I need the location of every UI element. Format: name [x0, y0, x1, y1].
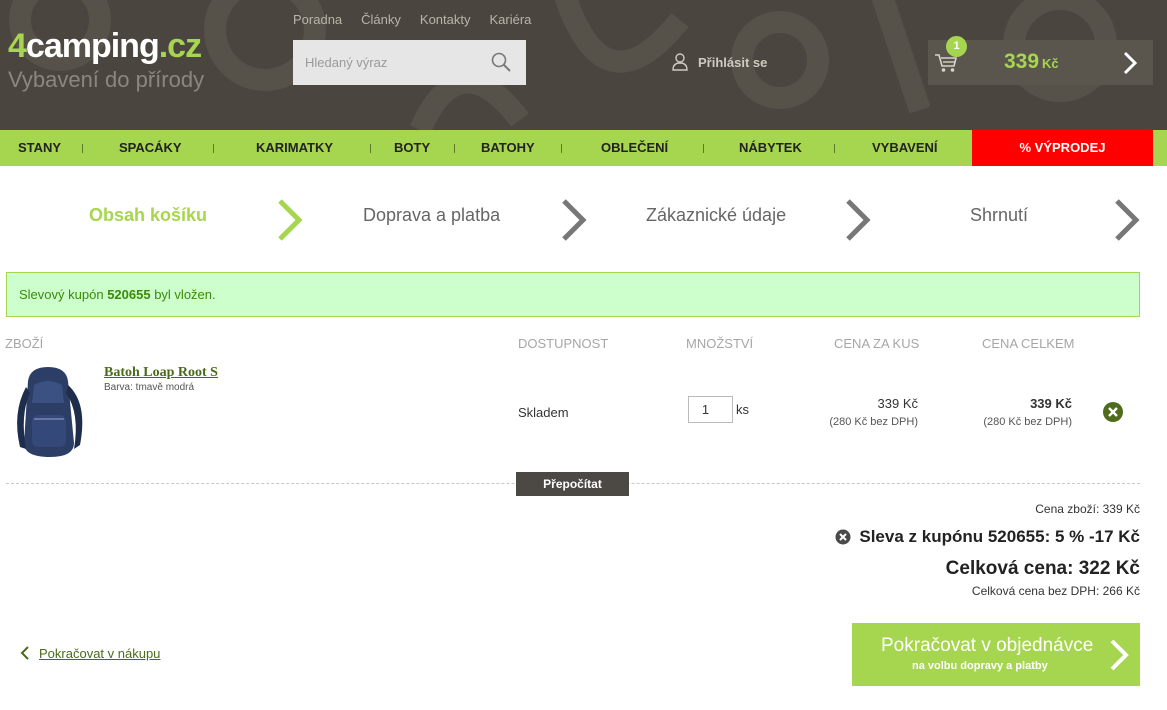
- step-shipping-payment[interactable]: Doprava a platba: [363, 205, 500, 226]
- top-link-kontakty[interactable]: Kontakty: [420, 12, 471, 27]
- nav-item-vybaveni[interactable]: VYBAVENÍ: [872, 130, 938, 166]
- quantity-input[interactable]: [688, 396, 733, 423]
- nav-item-obleceni[interactable]: OBLEČENÍ: [601, 130, 668, 166]
- continue-order-sublabel: na volbu dopravy a platby: [912, 660, 1048, 672]
- step-customer-details[interactable]: Zákaznické údaje: [646, 205, 786, 226]
- nav-separator: [370, 144, 371, 153]
- top-link-poradna[interactable]: Poradna: [293, 12, 342, 27]
- quantity-unit: ks: [736, 402, 749, 417]
- nav-separator: [561, 144, 562, 153]
- continue-shopping-label: Pokračovat v nákupu: [39, 645, 161, 661]
- column-header-total-price: CENA CELKEM: [982, 336, 1075, 351]
- unit-price: 339 Kč: [877, 396, 918, 411]
- chevron-right-icon: [1110, 639, 1129, 671]
- nav-separator: [834, 144, 835, 153]
- step-summary[interactable]: Shrnutí: [970, 205, 1028, 226]
- user-icon: [672, 53, 688, 71]
- logo-wordmark: 4camping.cz: [8, 27, 202, 65]
- nav-item-nabytek[interactable]: NÁBYTEK: [739, 130, 802, 166]
- coupon-code: 520655: [107, 287, 151, 302]
- coupon-message-prefix: Slevový kupón: [19, 287, 104, 302]
- chevron-right-icon: [1123, 51, 1138, 75]
- recalculate-button[interactable]: Přepočítat: [516, 472, 629, 496]
- nav-separator: [703, 144, 704, 153]
- top-link-kariera[interactable]: Kariéra: [490, 12, 532, 27]
- nav-separator: [454, 144, 455, 153]
- continue-order-label: Pokračovat v objednávce: [881, 635, 1094, 656]
- search-box: [293, 40, 526, 85]
- search-icon[interactable]: [489, 50, 515, 76]
- login-link[interactable]: Přihlásit se: [672, 53, 767, 71]
- top-links: Poradna Články Kontakty Kariéra: [293, 12, 531, 27]
- column-header-availability: DOSTUPNOST: [518, 336, 609, 351]
- nav-separator: [82, 144, 83, 153]
- step-chevron-icon: [278, 199, 303, 241]
- step-chevron-icon: [1115, 199, 1140, 241]
- cart-button[interactable]: 1 339 Kč: [928, 36, 1153, 85]
- product-image-backpack[interactable]: [8, 363, 92, 463]
- total-price-without-vat: (280 Kč bez DPH): [983, 416, 1072, 428]
- column-header-quantity: MNOŽSTVÍ: [686, 336, 754, 351]
- product-name-link[interactable]: Batoh Loap Root S: [104, 365, 218, 381]
- search-input[interactable]: [293, 40, 483, 85]
- nav-item-boty[interactable]: BOTY: [394, 130, 430, 166]
- nav-item-sale[interactable]: % VÝPRODEJ: [972, 130, 1153, 166]
- goods-price: Cena zboží: 339 Kč: [1035, 502, 1140, 516]
- main-navigation: STANY SPACÁKY KARIMATKY BOTY BATOHY OBLE…: [0, 130, 1167, 166]
- nav-item-stany[interactable]: STANY: [18, 130, 61, 166]
- step-chevron-icon: [562, 199, 587, 241]
- unit-price-without-vat: (280 Kč bez DPH): [829, 416, 918, 428]
- total-price-without-vat-summary: Celková cena bez DPH: 266 Kč: [971, 584, 1140, 598]
- nav-item-spacaky[interactable]: SPACÁKY: [119, 130, 182, 166]
- product-color: Barva: tmavě modrá: [104, 382, 195, 393]
- remove-item-icon[interactable]: [1102, 401, 1124, 423]
- nav-separator: [213, 144, 214, 153]
- cart-price-value: 339: [1004, 50, 1040, 73]
- continue-order-button[interactable]: Pokračovat v objednávce na volbu dopravy…: [852, 623, 1140, 686]
- nav-item-karimatky[interactable]: KARIMATKY: [256, 130, 333, 166]
- coupon-message-suffix: byl vložen.: [154, 287, 216, 302]
- cart-total: 339 Kč: [1004, 50, 1059, 74]
- coupon-discount-row: Sleva z kupónu 520655: 5 % -17 Kč: [835, 527, 1140, 547]
- product-availability: Skladem: [518, 405, 569, 420]
- column-header-unit-price: CENA ZA KUS: [834, 336, 920, 351]
- login-label: Přihlásit se: [698, 54, 768, 70]
- total-price-summary: Celková cena: 322 Kč: [945, 558, 1140, 579]
- chevron-left-icon: [20, 646, 29, 660]
- nav-item-batohy[interactable]: BATOHY: [481, 130, 535, 166]
- continue-shopping-link[interactable]: Pokračovat v nákupu: [20, 645, 160, 661]
- total-price: 339 Kč: [1030, 396, 1072, 411]
- cart-count-badge: 1: [946, 36, 967, 57]
- top-link-clanky[interactable]: Články: [361, 12, 401, 27]
- coupon-success-message: Slevový kupón 520655 byl vložen.: [6, 272, 1140, 317]
- cart-price-currency: Kč: [1042, 56, 1059, 71]
- logo[interactable]: 4camping.cz Vybavení do přírody: [8, 28, 204, 92]
- header: 4camping.cz Vybavení do přírody Poradna …: [0, 0, 1167, 130]
- coupon-discount: Sleva z kupónu 520655: 5 % -17 Kč: [859, 527, 1140, 546]
- logo-tagline: Vybavení do přírody: [8, 67, 205, 92]
- step-chevron-icon: [846, 199, 871, 241]
- step-cart-contents[interactable]: Obsah košíku: [89, 205, 207, 226]
- remove-coupon-icon[interactable]: [835, 529, 851, 545]
- column-header-goods: ZBOŽÍ: [5, 336, 44, 351]
